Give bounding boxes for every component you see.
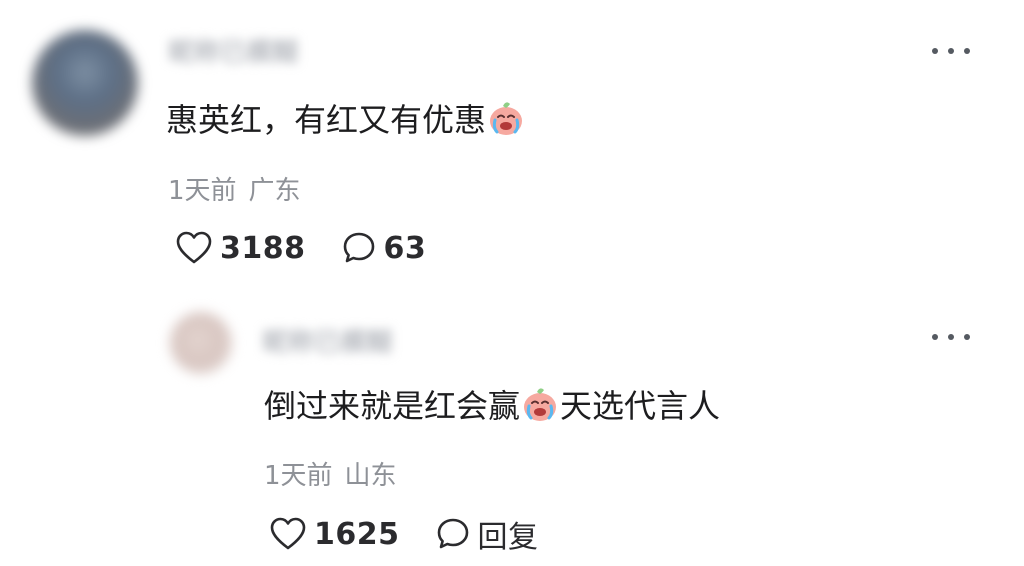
reply-like-button[interactable]: 1625 bbox=[270, 517, 400, 552]
comment-meta: 1天前 广东 bbox=[168, 170, 301, 207]
reply-meta: 1天前 山东 bbox=[264, 455, 397, 492]
comment-actions: 3188 63 bbox=[176, 226, 426, 270]
timestamp: 1天前 bbox=[168, 176, 237, 206]
avatar[interactable] bbox=[32, 30, 138, 136]
reply-button[interactable]: 回复 bbox=[436, 512, 539, 556]
reply-more-options-icon[interactable] bbox=[932, 330, 970, 344]
reply-text: 倒过来就是红会赢 天选代言人 bbox=[264, 382, 720, 426]
crying-face-emoji-icon bbox=[524, 388, 557, 421]
comment-text: 惠英红，有红又有优惠 bbox=[166, 96, 526, 140]
reply-username[interactable]: 昵称已模糊 bbox=[262, 322, 392, 359]
crying-face-emoji-icon bbox=[490, 102, 523, 135]
username[interactable]: 昵称已模糊 bbox=[168, 32, 298, 69]
comment-thread: 昵称已模糊 惠英红，有红又有优惠 1天前 广东 3188 63 昵称已模糊 倒过… bbox=[0, 0, 1024, 566]
comment-text-body: 惠英红，有红又有优惠 bbox=[166, 101, 487, 139]
reply-label: 回复 bbox=[477, 520, 539, 555]
reply-text-before: 倒过来就是红会赢 bbox=[264, 387, 521, 425]
speech-bubble-icon bbox=[343, 232, 374, 263]
heart-outline-icon bbox=[270, 517, 306, 550]
reply-actions: 1625 回复 bbox=[270, 512, 539, 556]
reply-timestamp: 1天前 bbox=[264, 461, 333, 491]
more-options-icon[interactable] bbox=[932, 44, 970, 58]
heart-outline-icon bbox=[176, 231, 212, 264]
reply-avatar[interactable] bbox=[170, 312, 232, 374]
like-count: 3188 bbox=[220, 230, 306, 266]
reply-like-count: 1625 bbox=[314, 516, 400, 552]
like-button[interactable]: 3188 bbox=[176, 231, 306, 266]
reply-text-after: 天选代言人 bbox=[560, 387, 721, 425]
location: 广东 bbox=[248, 176, 301, 206]
speech-bubble-icon bbox=[437, 518, 468, 549]
reply-count-button[interactable]: 63 bbox=[342, 231, 427, 266]
reply-location: 山东 bbox=[344, 461, 397, 491]
reply-count: 63 bbox=[383, 230, 427, 266]
